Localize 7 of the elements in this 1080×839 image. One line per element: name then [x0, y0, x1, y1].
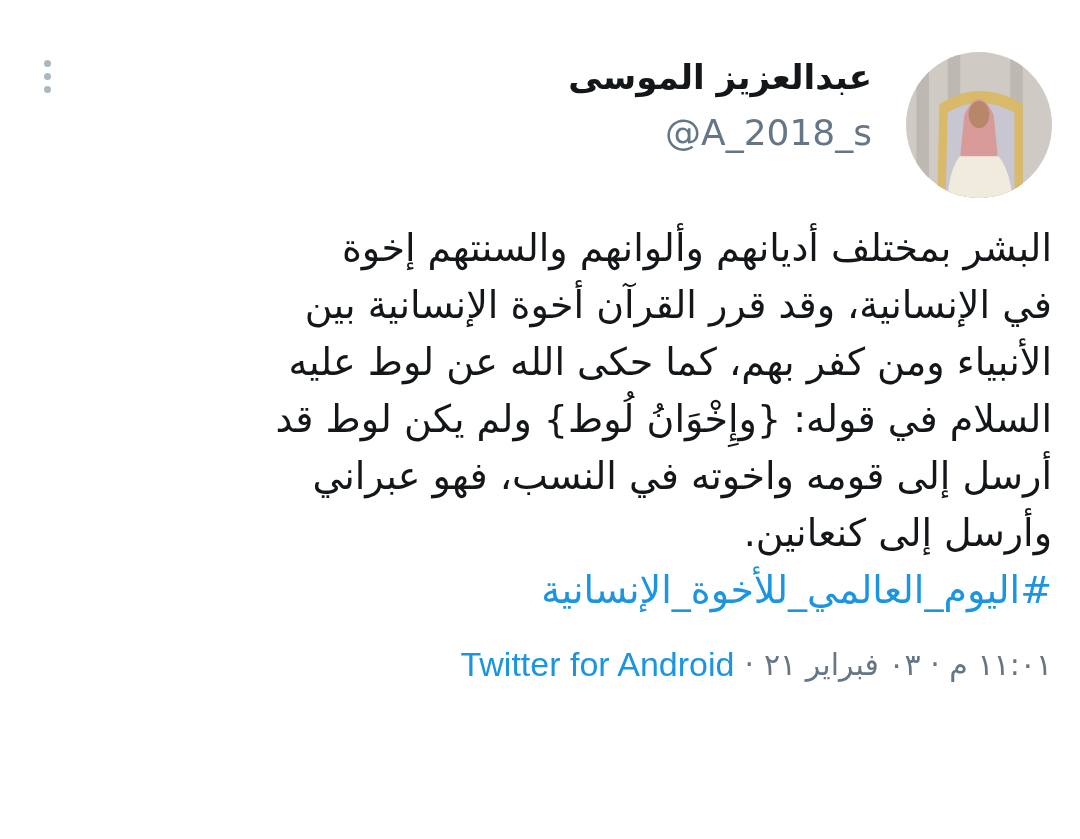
hashtag-link[interactable]: #اليوم_العالمي_للأخوة_الإنسانية — [541, 562, 1052, 619]
separator-dot: · — [744, 646, 754, 684]
source-link[interactable]: Twitter for Android — [460, 639, 735, 690]
tweet-text: البشر بمختلف أديانهم وألوانهم والسنتهم إخوة في الإنسانية، وقد قرر القرآن أخوة الإنسانية بين الأنبياء ومن كفر بهم، كما حكى الله عن لوط عليه السلام في قوله: {وإِخْوَانُ لُوط} ولم يكن لوط قد أرسل إلى قومه واخوته في النسب، فهو عبراني وأرسل إلى كنعانين. — [28, 220, 1052, 562]
user-handle: @A_2018_s — [664, 111, 872, 155]
timestamp: ١١:٠١ م · ٠٣ فبراير ٢١ — [764, 646, 1052, 684]
display-name: عبدالعزيز الموسى — [568, 56, 872, 99]
